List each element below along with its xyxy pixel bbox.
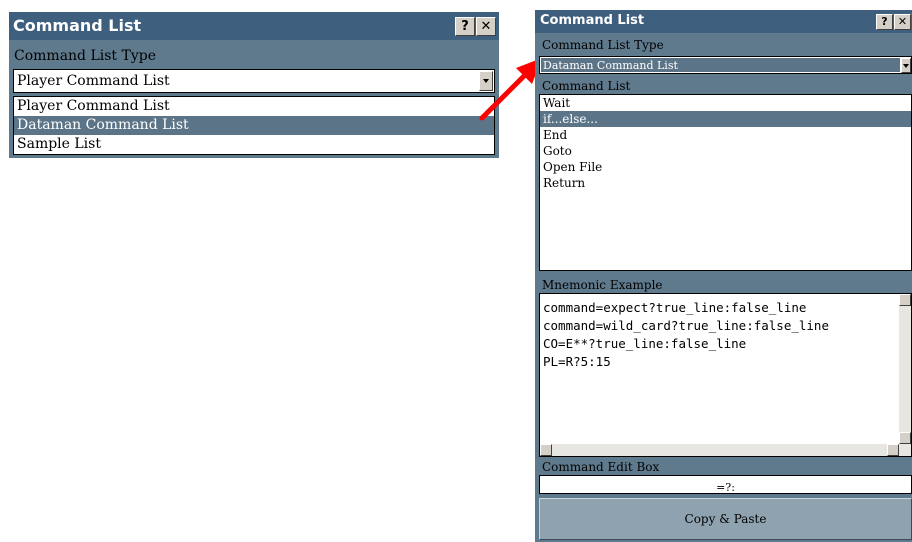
left-option-sample[interactable]: Sample List [14, 135, 494, 154]
command-item-wait[interactable]: Wait [540, 95, 911, 111]
right-close-button[interactable]: ✕ [894, 14, 911, 30]
copy-paste-label: Copy & Paste [684, 512, 767, 526]
left-command-list-window: Command List ? ✕ Command List Type Playe… [9, 12, 499, 158]
command-edit-value: =?: [716, 481, 735, 494]
mnemonic-label: Mnemonic Example [542, 278, 663, 292]
left-type-label: Command List Type [14, 48, 156, 64]
left-close-button[interactable]: ✕ [476, 17, 496, 36]
right-window-title: Command List [540, 13, 645, 28]
left-type-options-list: Player Command List Dataman Command List… [13, 96, 495, 155]
command-item-goto[interactable]: Goto [540, 143, 911, 159]
left-help-button[interactable]: ? [455, 17, 475, 36]
mnemonic-textarea[interactable]: command=expect?true_line:false_line comm… [539, 293, 912, 457]
left-type-select[interactable]: Player Command List [13, 69, 495, 93]
mnemonic-line: command=expect?true_line:false_line [543, 300, 807, 315]
right-command-list-window: Command List ? ✕ Command List Type Datam… [535, 10, 912, 542]
mnemonic-horizontal-scrollbar[interactable] [540, 444, 911, 456]
scroll-right-button[interactable] [887, 444, 899, 456]
command-item-end[interactable]: End [540, 127, 911, 143]
left-option-dataman[interactable]: Dataman Command List [14, 116, 494, 135]
scroll-down-button[interactable] [899, 432, 911, 444]
right-list-label: Command List [542, 79, 631, 93]
right-title-bar[interactable]: Command List ? ✕ [535, 10, 912, 33]
left-type-selected-value: Player Command List [17, 73, 170, 89]
close-icon: ✕ [897, 15, 908, 28]
close-icon: ✕ [480, 19, 492, 34]
left-window-title: Command List [13, 16, 142, 35]
copy-paste-button[interactable]: Copy & Paste [539, 498, 912, 540]
command-item-return[interactable]: Return [540, 175, 911, 191]
command-edit-box[interactable]: =?: [539, 475, 912, 494]
right-dropdown-button[interactable] [901, 58, 911, 73]
scroll-left-button[interactable] [540, 444, 552, 456]
edit-box-label: Command Edit Box [542, 460, 660, 474]
mnemonic-vertical-scrollbar[interactable] [899, 294, 911, 444]
right-type-selected-value: Dataman Command List [543, 59, 678, 72]
right-help-button[interactable]: ? [876, 14, 893, 30]
left-title-bar[interactable]: Command List ? ✕ [9, 12, 499, 40]
right-type-label: Command List Type [542, 38, 664, 52]
command-listbox[interactable]: Wait if...else... End Goto Open File Ret… [539, 94, 912, 271]
command-item-if-else[interactable]: if...else... [540, 111, 911, 127]
scroll-up-button[interactable] [899, 294, 911, 306]
right-type-select[interactable]: Dataman Command List [539, 56, 912, 74]
mnemonic-line: command=wild_card?true_line:false_line [543, 318, 829, 333]
command-item-open-file[interactable]: Open File [540, 159, 911, 175]
left-option-player[interactable]: Player Command List [14, 97, 494, 116]
mnemonic-line: PL=R?5:15 [543, 354, 611, 369]
mnemonic-line: CO=E**?true_line:false_line [543, 336, 747, 351]
